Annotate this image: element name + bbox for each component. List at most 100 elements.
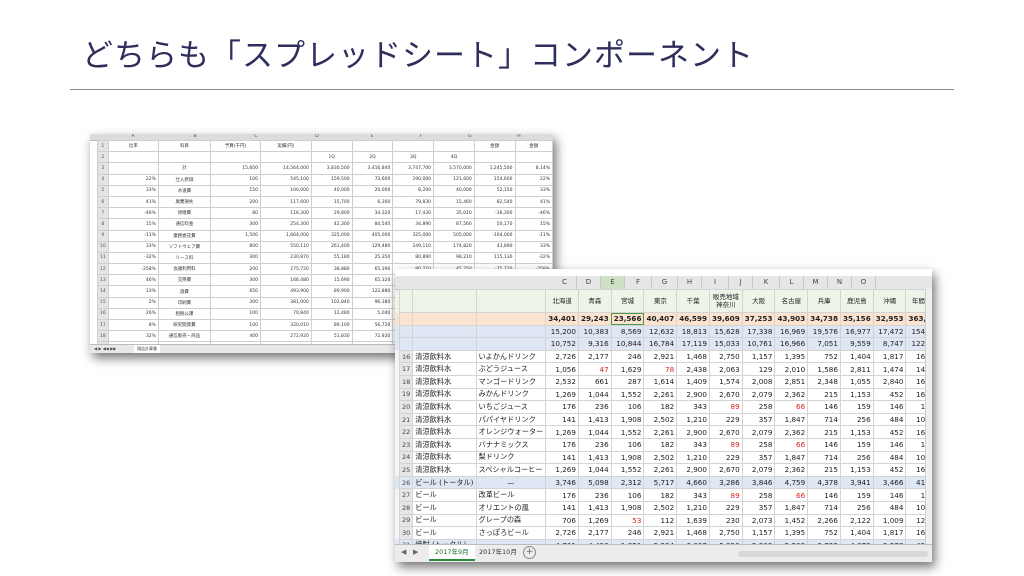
cell[interactable]: 8,200 — [392, 184, 435, 197]
value-cell[interactable]: 7,051 — [807, 337, 841, 351]
cell[interactable]: 73,600 — [351, 173, 394, 186]
cell[interactable]: 87,560 — [433, 218, 475, 231]
value-cell[interactable]: 343 — [676, 400, 710, 414]
value-cell[interactable]: 9,559 — [839, 337, 874, 351]
cell[interactable]: 154,600 — [473, 173, 516, 186]
empty-cell[interactable] — [475, 289, 547, 313]
cell[interactable]: 381,000 — [259, 296, 312, 309]
value-cell[interactable]: 5,717 — [643, 475, 678, 490]
value-cell[interactable]: 357 — [741, 450, 776, 465]
value-cell[interactable]: 146 — [872, 400, 907, 414]
value-cell[interactable]: 2,921 — [643, 526, 678, 540]
category-cell[interactable]: ビール — [412, 488, 477, 502]
cell[interactable]: -258% — [107, 263, 159, 276]
value-cell[interactable]: 229 — [708, 450, 743, 465]
header-cell[interactable]: 科目 — [157, 139, 211, 153]
cell[interactable]: 150 — [209, 184, 261, 197]
empty-cell[interactable] — [259, 151, 312, 164]
tab-2017-sep[interactable]: 2017年9月 — [429, 545, 475, 561]
quarter-label[interactable]: 1Q — [310, 151, 353, 164]
value-cell[interactable]: 1,586 — [807, 362, 841, 376]
cell[interactable]: 70,840 — [259, 307, 312, 321]
value-cell[interactable]: 1,413 — [577, 412, 612, 427]
value-cell[interactable]: 141 — [545, 450, 579, 465]
value-cell[interactable]: 258 — [741, 488, 776, 502]
value-cell[interactable]: 146 — [872, 437, 907, 452]
value-cell[interactable]: 236 — [577, 400, 612, 414]
cell[interactable]: 通信料金 — [157, 218, 211, 231]
tab-nav-arrows[interactable]: ◀ ▶ ◀◀ ▶▶ — [94, 345, 116, 353]
value-cell[interactable]: 1,574 — [708, 374, 743, 389]
value-cell[interactable]: 343 — [676, 488, 710, 502]
value-cell[interactable]: 2,851 — [774, 374, 809, 389]
product-cell[interactable] — [475, 337, 547, 351]
value-cell[interactable]: 2,921 — [643, 349, 678, 364]
value-cell[interactable]: 8,569 — [610, 324, 645, 339]
value-cell[interactable]: 1,552 — [610, 463, 645, 477]
cell[interactable]: 業務委託費 — [157, 229, 211, 242]
value-cell[interactable]: 2,261 — [643, 425, 678, 439]
cell[interactable]: 41% — [107, 195, 159, 209]
empty-cell[interactable] — [433, 139, 475, 153]
product-cell[interactable]: スペシャルコーヒー — [475, 463, 547, 477]
value-cell[interactable]: 256 — [839, 500, 874, 515]
value-cell[interactable]: 1,404 — [839, 526, 874, 540]
column-letter[interactable]: D — [577, 276, 601, 289]
value-cell[interactable]: 1,269 — [545, 463, 579, 477]
header-cell[interactable]: 金額 — [514, 139, 553, 153]
value-cell[interactable]: 1,044 — [577, 387, 612, 402]
cell[interactable]: 56,720 — [351, 318, 394, 332]
cell[interactable]: 1,664,000 — [259, 229, 312, 242]
value-cell[interactable]: 452 — [872, 463, 907, 477]
empty-cell[interactable] — [157, 151, 211, 164]
value-cell[interactable]: 357 — [741, 500, 776, 515]
cell[interactable]: 52,150 — [473, 184, 516, 197]
quarter-label[interactable]: 3Q — [392, 151, 435, 164]
region-label[interactable]: 兵庫 — [807, 289, 841, 313]
value-cell[interactable]: 29,243 — [577, 312, 612, 326]
value-cell[interactable]: 1,210 — [676, 412, 710, 427]
value-cell[interactable]: 714 — [807, 500, 841, 515]
value-cell[interactable]: 1,847 — [774, 450, 809, 465]
cell[interactable]: 8.14% — [514, 162, 553, 175]
category-cell[interactable]: 清涼飲料水 — [412, 450, 477, 465]
value-cell[interactable]: 46,599 — [676, 312, 710, 326]
product-cell[interactable] — [475, 324, 547, 339]
value-cell[interactable]: 258 — [741, 400, 776, 414]
value-cell[interactable]: 112 — [643, 513, 678, 528]
value-cell[interactable]: 176 — [545, 400, 579, 414]
region-label[interactable]: 大阪 — [741, 289, 776, 313]
product-cell[interactable]: マンゴードリンク — [475, 374, 547, 389]
region-label[interactable]: 宮城 — [610, 289, 645, 313]
column-letter[interactable]: K — [753, 276, 780, 289]
cell[interactable]: 15% — [514, 218, 553, 231]
cell[interactable]: 51,830 — [310, 330, 353, 343]
value-cell[interactable]: 2,079 — [741, 387, 776, 402]
value-cell[interactable]: 66 — [774, 488, 809, 502]
cell[interactable]: 320,010 — [259, 318, 312, 332]
cell[interactable]: 100 — [209, 173, 261, 186]
value-cell[interactable]: 706 — [545, 513, 579, 528]
cell[interactable]: 200 — [209, 195, 261, 209]
cell[interactable]: 190,000 — [392, 173, 435, 186]
value-cell[interactable]: 661 — [577, 374, 612, 389]
cell[interactable]: 254,300 — [259, 218, 312, 231]
value-cell[interactable]: 32,953 — [872, 312, 907, 326]
cell[interactable]: 40,000 — [433, 184, 475, 197]
cell[interactable]: 50,170 — [473, 218, 516, 231]
product-cell[interactable]: — — [475, 475, 547, 490]
empty-cell[interactable] — [514, 151, 553, 164]
value-cell[interactable]: 4,660 — [676, 475, 710, 490]
column-letter[interactable]: J — [729, 276, 753, 289]
value-cell[interactable]: 19,576 — [807, 324, 841, 339]
prev-sheet-icon[interactable]: ◀ — [401, 548, 406, 556]
value-cell[interactable]: 1,413 — [577, 450, 612, 465]
value-cell[interactable]: 1,153 — [839, 463, 874, 477]
value-cell[interactable]: 16,969 — [774, 324, 809, 339]
value-cell[interactable]: 16,784 — [643, 337, 678, 351]
cell[interactable]: -164,000 — [473, 229, 516, 242]
cell[interactable]: 84,540 — [351, 218, 394, 231]
cell[interactable]: 300 — [209, 296, 261, 309]
value-cell[interactable]: 3,941 — [839, 475, 874, 490]
category-cell[interactable]: 清涼飲料水 — [412, 400, 477, 414]
